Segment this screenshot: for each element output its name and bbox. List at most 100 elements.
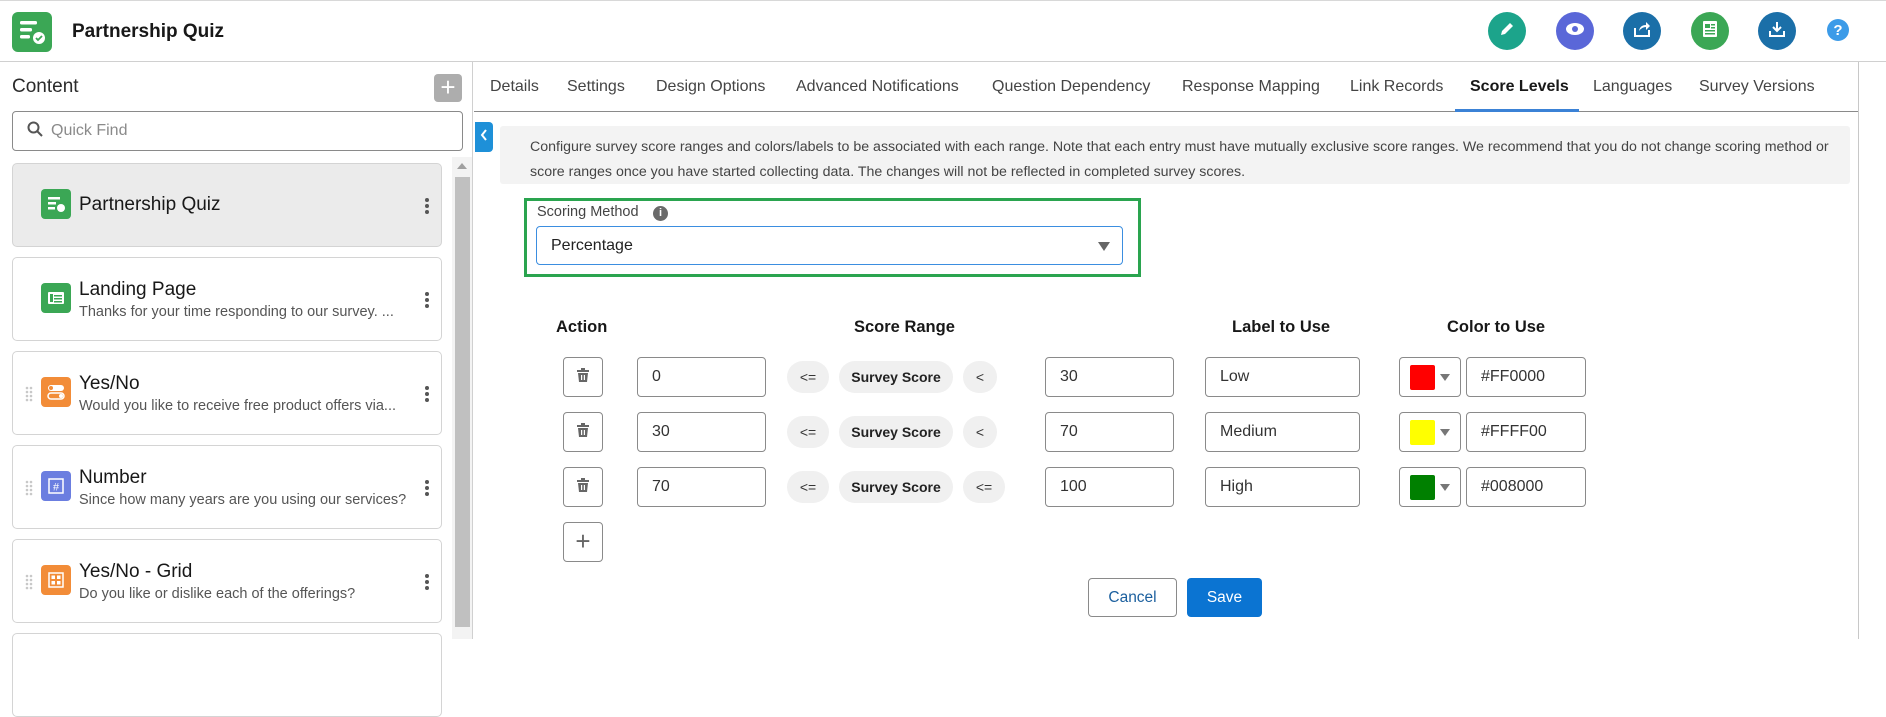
chevron-left-icon: [480, 128, 488, 146]
quick-find-input[interactable]: [51, 122, 441, 140]
tab-advanced-notifications[interactable]: Advanced Notifications: [796, 78, 959, 96]
tab-link-records[interactable]: Link Records: [1350, 78, 1443, 96]
info-banner: Configure survey score ranges and colors…: [500, 126, 1850, 184]
header-score-range: Score Range: [854, 318, 955, 336]
color-swatch: [1410, 365, 1435, 390]
color-picker-button[interactable]: [1399, 357, 1461, 397]
delete-row-button[interactable]: [563, 412, 603, 452]
sidebar-item-yes-no-grid[interactable]: Yes/No - Grid Do you like or dislike eac…: [12, 539, 442, 623]
tab-design-options[interactable]: Design Options: [656, 78, 765, 96]
label-input[interactable]: Medium: [1205, 412, 1360, 452]
sidebar-item-yes-no[interactable]: Yes/No Would you like to receive free pr…: [12, 351, 442, 435]
trash-icon: [576, 477, 590, 498]
scrollbar-thumb[interactable]: [455, 177, 470, 627]
min-score-input[interactable]: 30: [637, 412, 766, 452]
card-title: Number: [79, 467, 147, 488]
add-row-button[interactable]: +: [563, 522, 603, 562]
more-options-icon[interactable]: [424, 479, 430, 497]
tab-response-mapping[interactable]: Response Mapping: [1182, 78, 1320, 96]
survey-icon: [41, 189, 71, 219]
report-icon: [1702, 20, 1718, 43]
drag-handle-icon[interactable]: [25, 574, 33, 590]
report-button[interactable]: [1691, 12, 1729, 50]
tab-languages[interactable]: Languages: [1593, 78, 1672, 96]
edit-button[interactable]: [1488, 12, 1526, 50]
scroll-up-arrow-icon[interactable]: [457, 163, 467, 169]
survey-score-pill: Survey Score: [839, 416, 953, 448]
more-options-icon[interactable]: [424, 573, 430, 591]
header-color: Color to Use: [1447, 318, 1546, 336]
label-input[interactable]: Low: [1205, 357, 1360, 397]
tab-survey-versions[interactable]: Survey Versions: [1699, 78, 1815, 96]
quick-find-search[interactable]: [12, 111, 463, 151]
caret-down-icon: [1440, 484, 1450, 491]
min-score-input[interactable]: 70: [637, 467, 766, 507]
color-picker-button[interactable]: [1399, 467, 1461, 507]
app-title: Partnership Quiz: [72, 21, 225, 42]
tab-question-dependency[interactable]: Question Dependency: [992, 78, 1150, 96]
operator-right: <: [963, 416, 997, 448]
active-tab-indicator: [1455, 109, 1579, 112]
card-subtitle: Thanks for your time responding to our s…: [79, 304, 394, 320]
collapse-sidebar-button[interactable]: [475, 122, 493, 152]
survey-score-pill: Survey Score: [839, 361, 953, 393]
number-icon: #: [41, 471, 71, 501]
card-subtitle: Would you like to receive free product o…: [79, 398, 397, 414]
help-icon: ?: [1833, 21, 1843, 39]
max-score-input[interactable]: 100: [1045, 467, 1174, 507]
drag-handle-icon[interactable]: [25, 386, 33, 402]
tab-settings[interactable]: Settings: [567, 78, 625, 96]
search-icon: [27, 121, 43, 142]
operator-right: <=: [963, 471, 1005, 503]
sidebar-item-number[interactable]: # Number Since how many years are you us…: [12, 445, 442, 529]
caret-down-icon: [1098, 242, 1110, 251]
header-action: Action: [556, 318, 608, 336]
share-icon: [1633, 20, 1651, 43]
cancel-button[interactable]: Cancel: [1088, 578, 1177, 617]
app-header: Partnership Quiz ?: [0, 0, 1886, 62]
sidebar-item-partial[interactable]: [12, 633, 442, 717]
save-button[interactable]: Save: [1187, 578, 1262, 617]
download-button[interactable]: [1758, 12, 1796, 50]
header-label: Label to Use: [1232, 318, 1331, 336]
content-sidebar: Content + Partnership Quiz Landing Page …: [0, 62, 473, 717]
card-title: Yes/No: [79, 373, 140, 394]
download-icon: [1768, 20, 1786, 43]
tab-score-levels[interactable]: Score Levels: [1470, 78, 1569, 96]
color-picker-button[interactable]: [1399, 412, 1461, 452]
info-icon[interactable]: i: [653, 206, 668, 221]
color-hex-input[interactable]: #FF0000: [1466, 357, 1586, 397]
card-title: Landing Page: [79, 279, 197, 300]
svg-text:#: #: [53, 482, 60, 494]
more-options-icon[interactable]: [424, 385, 430, 403]
help-button[interactable]: ?: [1827, 19, 1849, 41]
max-score-input[interactable]: 70: [1045, 412, 1174, 452]
share-button[interactable]: [1623, 12, 1661, 50]
eye-icon: [1565, 22, 1585, 41]
operator-left: <=: [787, 361, 829, 393]
scoring-method-value: Percentage: [551, 237, 633, 254]
color-hex-input[interactable]: #008000: [1466, 467, 1586, 507]
caret-down-icon: [1440, 374, 1450, 381]
color-swatch: [1410, 475, 1435, 500]
sidebar-item-partnership-quiz[interactable]: Partnership Quiz: [12, 163, 442, 247]
color-hex-input[interactable]: #FFFF00: [1466, 412, 1586, 452]
tab-details[interactable]: Details: [490, 78, 539, 96]
drag-handle-icon[interactable]: [25, 480, 33, 496]
delete-row-button[interactable]: [563, 467, 603, 507]
label-input[interactable]: High: [1205, 467, 1360, 507]
card-title: Partnership Quiz: [79, 194, 221, 215]
operator-left: <=: [787, 471, 829, 503]
sidebar-item-landing-page[interactable]: Landing Page Thanks for your time respon…: [12, 257, 442, 341]
more-options-icon[interactable]: [424, 291, 430, 309]
operator-left: <=: [787, 416, 829, 448]
min-score-input[interactable]: 0: [637, 357, 766, 397]
caret-down-icon: [1440, 429, 1450, 436]
scoring-method-select[interactable]: Percentage: [536, 226, 1123, 265]
max-score-input[interactable]: 30: [1045, 357, 1174, 397]
delete-row-button[interactable]: [563, 357, 603, 397]
add-content-button[interactable]: +: [434, 74, 462, 102]
preview-button[interactable]: [1556, 12, 1594, 50]
survey-logo-icon: [12, 12, 52, 52]
more-options-icon[interactable]: [424, 197, 430, 215]
